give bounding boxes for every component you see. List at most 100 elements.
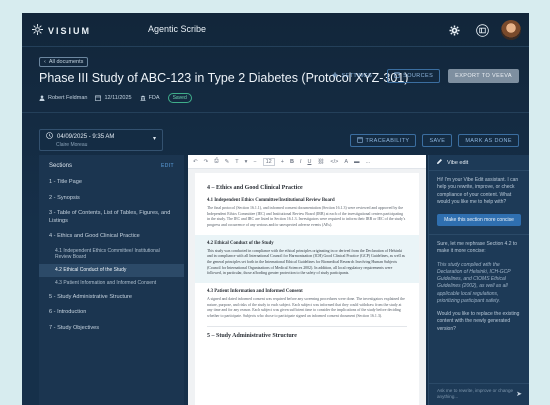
- link-icon[interactable]: ⛓: [317, 159, 324, 165]
- section-4-2-text: This study was conducted in compliance w…: [207, 248, 405, 276]
- export-label: EXPORT TO VEEVA: [455, 73, 512, 79]
- editor-toolbar: ↶ ↷ ⎙ ✎ T ▾ − 12 + B I U ⛓ </> A ▬ ...: [188, 155, 426, 169]
- chat-input[interactable]: Ask me to rewrite, improve or change any…: [429, 383, 529, 405]
- status-badge: Saved: [167, 93, 192, 103]
- selected-section-4-2[interactable]: 4.2 Ethical Conduct of the Study This st…: [195, 234, 419, 283]
- panel-toggle-icon[interactable]: [473, 21, 491, 39]
- sidebar-item-table-of-contents[interactable]: 3 - Table of Contents, List of Tables, F…: [39, 206, 184, 229]
- sidebar-item-title-page[interactable]: 1 - Title Page: [39, 175, 184, 191]
- document-page[interactable]: 4 – Ethics and Good Clinical Practice 4.…: [195, 173, 419, 405]
- increase-font-button[interactable]: +: [281, 159, 284, 165]
- underline-button[interactable]: U: [307, 159, 311, 165]
- document-meta: Robert Feldman 12/11/2025 FDA Saved: [39, 93, 192, 103]
- version-datetime-row: 04/09/2025 - 9:35 AM: [46, 132, 156, 141]
- document-icon: [394, 72, 400, 80]
- more-options-button[interactable]: ...: [366, 159, 371, 165]
- logo-text: VISIUM: [48, 25, 92, 36]
- section-4-1-text: The final protocol (Section 16.1.1), and…: [207, 206, 406, 227]
- chevron-down-icon: ▾: [244, 158, 248, 165]
- gear-icon: [332, 72, 339, 80]
- make-concise-button[interactable]: Make this section more concise: [437, 214, 521, 226]
- agency-meta: FDA: [140, 95, 160, 101]
- agency-name: FDA: [148, 95, 160, 101]
- bold-button[interactable]: B: [290, 159, 294, 165]
- calendar-icon: [95, 95, 102, 101]
- highlight-icon[interactable]: ▬: [354, 159, 360, 165]
- paint-format-icon[interactable]: ✎: [225, 159, 230, 165]
- italic-button[interactable]: I: [300, 159, 302, 165]
- settings-button[interactable]: SETTINGS: [325, 69, 379, 83]
- send-icon[interactable]: ➤: [516, 390, 522, 400]
- chevron-left-icon: ‹: [44, 59, 46, 65]
- sidebar-item-admin-structure[interactable]: 5 - Study Administrative Structure: [39, 290, 184, 306]
- document-icon: [356, 136, 363, 145]
- sidebar-item-objectives[interactable]: 7 - Study Objectives: [39, 321, 184, 337]
- version-select[interactable]: 04/09/2025 - 9:35 AM Claire Moreau ▾: [39, 129, 163, 151]
- back-label: All documents: [48, 59, 84, 65]
- sidebar-item-informed-consent[interactable]: 4.3 Patient Information and Informed Con…: [39, 277, 184, 290]
- building-icon: [140, 95, 146, 101]
- editor-page-area: 4 – Ethics and Good Clinical Practice 4.…: [188, 169, 426, 405]
- top-bar: VISIUM Agentic Scribe: [22, 13, 529, 47]
- author-meta: Robert Feldman: [39, 95, 87, 101]
- assistant-reply-intro: Sure, let me rephrase Section 4.2 to mak…: [437, 241, 518, 255]
- traceability-label: TRACEABILITY: [365, 137, 410, 144]
- assistant-question: Would you like to replace the existing c…: [437, 311, 520, 332]
- save-button[interactable]: SAVE: [422, 134, 453, 147]
- sidebar-title: Sections: [49, 163, 73, 169]
- logo[interactable]: VISIUM: [32, 24, 91, 37]
- mark-done-label: MARK AS DONE: [465, 137, 512, 144]
- document-date: 12/11/2025: [104, 95, 132, 101]
- sources-button[interactable]: SOURCES: [387, 69, 441, 83]
- date-meta: 12/11/2025: [95, 95, 132, 101]
- print-icon[interactable]: ⎙: [214, 158, 218, 165]
- assistant-rewrite-text: This study complied with the Declaration…: [437, 261, 511, 304]
- code-icon[interactable]: </>: [330, 159, 338, 165]
- version-author: Claire Moreau: [56, 142, 88, 148]
- visium-logo-icon: [32, 24, 43, 37]
- section-4-1-heading: 4.1 Independent Ethics Committee/Institu…: [207, 198, 335, 203]
- header-buttons: SETTINGS SOURCES EXPORT TO VEEVA: [325, 69, 519, 83]
- page-divider: [207, 325, 407, 327]
- redo-icon[interactable]: ↷: [204, 159, 209, 165]
- decrease-font-button[interactable]: −: [253, 159, 256, 165]
- chat-input-placeholder: Ask me to rewrite, improve or change any…: [437, 388, 514, 400]
- avatar[interactable]: [501, 20, 521, 40]
- traceability-button[interactable]: TRACEABILITY: [349, 134, 417, 147]
- clock-icon: [46, 132, 53, 141]
- sidebar-item-synopsis[interactable]: 2 - Synopsis: [39, 191, 184, 207]
- sidebar-item-iec-irb[interactable]: 4.1 Independent Ethics Committee/ Instit…: [39, 245, 184, 265]
- font-color-button[interactable]: A: [344, 159, 348, 165]
- chat-header: Vibe edit: [429, 155, 529, 171]
- author-name: Robert Feldman: [48, 95, 88, 101]
- pencil-icon: [436, 158, 443, 167]
- gear-icon[interactable]: [445, 21, 463, 39]
- version-datetime: 04/09/2025 - 9:35 AM: [57, 133, 115, 140]
- action-buttons: TRACEABILITY SAVE MARK AS DONE: [349, 134, 519, 147]
- section-4-heading: 4 – Ethics and Good Clinical Practice: [207, 185, 303, 191]
- back-button[interactable]: ‹ All documents: [39, 57, 89, 67]
- edit-sections-button[interactable]: EDIT: [161, 163, 174, 169]
- app-title: Agentic Scribe: [148, 24, 207, 34]
- sidebar-item-ethical-conduct[interactable]: 4.2 Ethical Conduct of the Study: [39, 264, 184, 277]
- undo-icon[interactable]: ↶: [193, 159, 198, 165]
- document-editor: ↶ ↷ ⎙ ✎ T ▾ − 12 + B I U ⛓ </> A ▬ ... 4…: [188, 155, 426, 405]
- font-size-field[interactable]: 12: [262, 157, 275, 166]
- caret-down-icon: ▾: [152, 136, 156, 142]
- sidebar-item-introduction[interactable]: 6 - Introduction: [39, 305, 184, 321]
- sidebar-item-ethics[interactable]: 4 - Ethics and Good Clinical Practice: [39, 229, 184, 245]
- section-4-3-heading: 4.3 Patient Information and Informed Con…: [207, 288, 303, 294]
- sections-sidebar: Sections EDIT 1 - Title Page 2 - Synopsi…: [39, 155, 184, 405]
- settings-label: SETTINGS: [341, 73, 373, 79]
- top-icons: [445, 20, 521, 40]
- save-label: SAVE: [429, 137, 446, 144]
- text-style-dropdown[interactable]: T: [235, 159, 238, 165]
- mark-done-button[interactable]: MARK AS DONE: [458, 134, 519, 147]
- sidebar-header: Sections EDIT: [39, 155, 184, 175]
- header-divider: [22, 112, 529, 113]
- sources-label: SOURCES: [403, 73, 434, 79]
- chat-title: Vibe edit: [447, 159, 469, 166]
- app-window: VISIUM Agentic Scribe ‹ All documents Ph…: [22, 13, 529, 405]
- person-icon: [39, 95, 45, 101]
- export-button[interactable]: EXPORT TO VEEVA: [448, 69, 519, 83]
